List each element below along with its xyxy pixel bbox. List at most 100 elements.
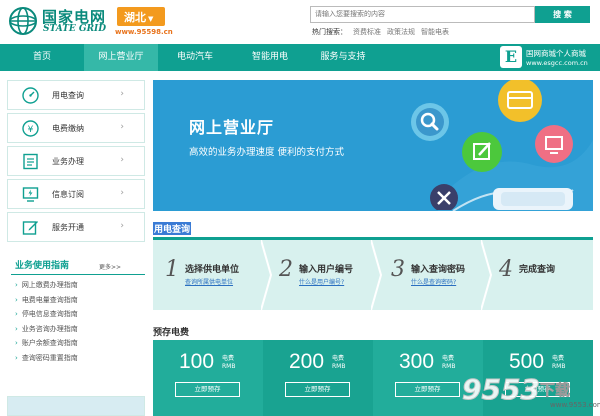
step-number: 4 [499, 257, 513, 282]
chevron-right-icon: › [120, 221, 124, 231]
nav-item-online-hall[interactable]: 网上营业厅 [84, 44, 158, 71]
sidebar-item-usage-query[interactable]: 用电查询 › [7, 80, 145, 110]
hot-search-link[interactable]: 资费标准 [353, 28, 381, 36]
guide-more-link[interactable]: 更多>> [99, 262, 121, 271]
edit-icon [22, 221, 38, 235]
sidebar-item-label: 电费缴纳 [52, 124, 84, 133]
query-section-title: 用电查询 [153, 222, 192, 235]
prepay-currency: RMB [442, 363, 456, 370]
prepay-card: 100 电费 RMB 立即预存 [153, 340, 263, 416]
sidebar-item-label: 服务开通 [52, 223, 84, 232]
step-number: 1 [165, 257, 179, 282]
prepay-button[interactable]: 立即预存 [395, 382, 460, 397]
nav-item-ev[interactable]: 电动汽车 [158, 44, 232, 71]
guide-link[interactable]: 停电信息查询指南 [15, 309, 78, 324]
search-magnifier-icon [411, 103, 449, 141]
prepay-currency: RMB [552, 363, 566, 370]
watermark-url: www.9553.com [550, 401, 600, 409]
guide-link[interactable]: 业务咨询办理指南 [15, 324, 78, 339]
tools-icon [430, 184, 458, 210]
hot-search-link[interactable]: 智能电表 [421, 28, 449, 36]
step-link[interactable]: 什么是查询密码? [411, 277, 456, 286]
sidebar-item-activation[interactable]: 服务开通 › [7, 212, 145, 242]
prepay-currency: RMB [332, 363, 346, 370]
region-selector[interactable]: 湖北 ▼ [117, 7, 165, 26]
prepay-currency: RMB [222, 363, 236, 370]
nav-item-service[interactable]: 服务与支持 [308, 44, 378, 71]
main-nav: 首页 网上营业厅 电动汽车 智能用电 服务与支持 E 国网商城个人商城 www.… [0, 44, 600, 71]
step-number: 3 [391, 257, 405, 282]
hot-search-label: 热门搜索： [312, 28, 347, 36]
chevron-down-icon: ▼ [148, 15, 154, 23]
screen-icon [535, 125, 573, 163]
step-2: 2 输入用户编号 什么是用户编号? [273, 240, 383, 310]
chevron-right-icon: › [120, 188, 124, 198]
header: 国家电网 STATE GRID 湖北▼ www.95598.cn 搜 索 热门搜… [0, 0, 600, 44]
step-link[interactable]: 什么是用户编号? [299, 277, 344, 286]
query-steps: 1 选择供电单位 查询所属供电单位 2 输入用户编号 什么是用户编号? 3 输入… [153, 237, 593, 310]
sidebar-item-label: 用电查询 [52, 91, 84, 100]
step-3: 3 输入查询密码 什么是查询密码? [383, 240, 493, 310]
prepay-section-title: 预存电费 [153, 328, 190, 338]
step-separator [371, 240, 383, 310]
nav-item-home[interactable]: 首页 [0, 44, 84, 71]
chevron-right-icon: › [120, 122, 124, 132]
watermark-text: 9553 [462, 373, 541, 407]
card-icon [498, 80, 542, 122]
sidebar-bottom-banner[interactable] [7, 396, 145, 416]
guide-link[interactable]: 电费电量查询指南 [15, 295, 78, 310]
yen-coin-icon: ¥ [22, 120, 39, 137]
guide-link[interactable]: 查询密码重置指南 [15, 353, 78, 368]
prepay-unit: 电费 RMB [442, 355, 455, 371]
site-watermark: 9553 下载 www.9553.com [462, 373, 600, 413]
chevron-right-icon: › [120, 155, 124, 165]
guide-link[interactable]: 网上缴费办理指南 [15, 280, 78, 295]
prepay-button[interactable]: 立即预存 [285, 382, 350, 397]
region-label: 湖北 [124, 11, 146, 24]
step-link[interactable]: 查询所属供电单位 [185, 277, 233, 286]
logo-subtitle: STATE GRID [43, 24, 107, 34]
chevron-right-icon: › [120, 89, 124, 99]
banner-subtitle: 高效的业务办理速度 便利的支付方式 [189, 147, 345, 158]
state-grid-logo-icon[interactable] [8, 6, 38, 36]
step-title: 完成查询 [519, 265, 556, 275]
region-url: www.95598.cn [115, 28, 173, 36]
sidebar-item-subscription[interactable]: 信息订阅 › [7, 179, 145, 209]
step-4: 4 完成查询 [493, 240, 593, 310]
prepay-amount: 300 [399, 350, 435, 373]
prepay-button[interactable]: 立即预存 [175, 382, 240, 397]
prepay-unit-label: 电费 [552, 355, 565, 362]
prepay-amount: 200 [289, 350, 325, 373]
prepay-unit-label: 电费 [222, 355, 235, 362]
sidebar-item-label: 信息订阅 [52, 190, 84, 199]
document-list-icon [23, 153, 38, 170]
svg-text:¥: ¥ [28, 125, 34, 135]
prepay-unit-label: 电费 [332, 355, 345, 362]
prepay-unit: 电费 RMB [222, 355, 235, 371]
search-input[interactable] [310, 6, 535, 23]
guide-title: 业务使用指南 [15, 261, 70, 271]
guide-link[interactable]: 账户余额查询指南 [15, 338, 78, 353]
guide-list: 网上缴费办理指南 电费电量查询指南 停电信息查询指南 业务咨询办理指南 账户余额… [15, 280, 78, 367]
step-separator [261, 240, 273, 310]
prepay-amount: 500 [509, 350, 545, 373]
sidebar-item-bill-payment[interactable]: ¥ 电费缴纳 › [7, 113, 145, 143]
hot-search: 热门搜索： 资费标准 政策法规 智能电表 [312, 27, 449, 37]
esgcc-logo-icon: E [500, 46, 522, 68]
prepay-unit: 电费 RMB [552, 355, 565, 371]
mall-link[interactable]: E 国网商城个人商城 www.esgcc.com.cn [500, 46, 596, 69]
step-separator [481, 240, 493, 310]
sidebar-item-business[interactable]: 业务办理 › [7, 146, 145, 176]
nav-item-smart-power[interactable]: 智能用电 [232, 44, 308, 71]
monitor-bolt-icon [22, 187, 39, 202]
step-title: 输入用户编号 [299, 265, 354, 275]
prepay-unit-label: 电费 [442, 355, 455, 362]
gauge-icon [22, 87, 39, 104]
edit-note-icon [462, 132, 502, 172]
search-button[interactable]: 搜 索 [535, 6, 590, 23]
step-title: 输入查询密码 [411, 265, 466, 275]
hot-search-link[interactable]: 政策法规 [387, 28, 415, 36]
mall-url: www.esgcc.com.cn [526, 59, 588, 67]
hero-banner[interactable]: 网上营业厅 高效的业务办理速度 便利的支付方式 [153, 80, 593, 211]
prepay-amount: 100 [179, 350, 215, 373]
